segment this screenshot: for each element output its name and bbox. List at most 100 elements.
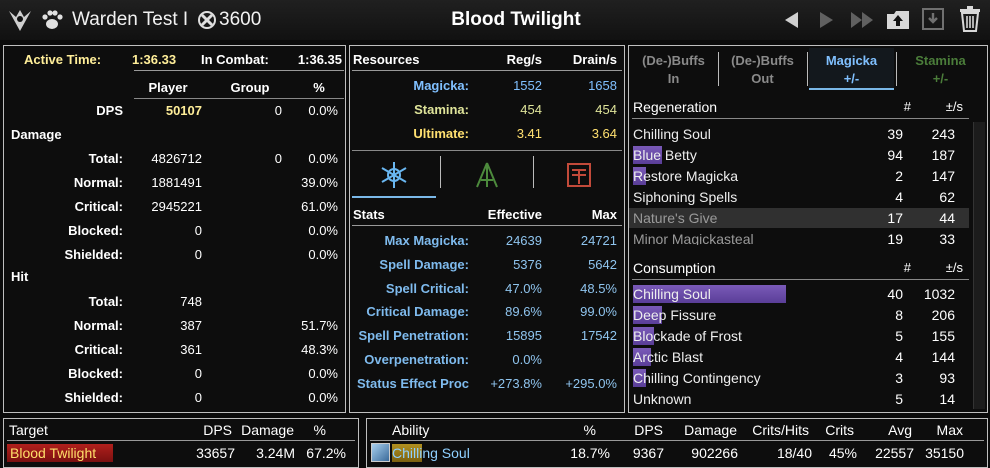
last-fight-icon[interactable] bbox=[850, 10, 876, 33]
damage-row-label: Normal: bbox=[73, 175, 123, 190]
drain-header: Drain/s bbox=[572, 52, 617, 67]
stats-header: Stats bbox=[353, 207, 385, 222]
regen-rate: 243 bbox=[931, 126, 955, 142]
regen-row[interactable]: Blue Betty 94 187 bbox=[629, 145, 969, 165]
tab-buffs-in[interactable]: (De-)Buffs In bbox=[631, 48, 716, 90]
tab-divider bbox=[807, 52, 808, 86]
cons-row[interactable]: Chilling Contingency 3 93 bbox=[629, 368, 969, 388]
stat-label: Critical Damage: bbox=[366, 304, 469, 320]
hit-header: Hit bbox=[11, 269, 29, 284]
cons-count: 4 bbox=[895, 349, 903, 365]
ability-damage: 902266 bbox=[691, 445, 738, 461]
scrollbar[interactable] bbox=[973, 122, 985, 409]
stat-effective: 89.6% bbox=[505, 304, 542, 320]
save-icon[interactable] bbox=[921, 7, 945, 34]
tab-label-line1: Magicka bbox=[825, 53, 878, 68]
tab-magicka[interactable]: Magicka +/- bbox=[809, 48, 894, 90]
ability-dps-header: DPS bbox=[634, 422, 663, 438]
ability-row[interactable]: Chilling Soul 18.7% 9367 902266 18/40 45% 2255… bbox=[370, 443, 984, 463]
upload-icon[interactable] bbox=[885, 7, 911, 34]
regen-count: 39 bbox=[887, 126, 903, 142]
cons-row[interactable]: Chilling Soul 40 1032 bbox=[629, 284, 969, 304]
cons-name: Deep Fissure bbox=[633, 307, 717, 323]
champion-points: 3600 bbox=[219, 9, 262, 30]
cons-rate-header: ±/s bbox=[945, 260, 963, 275]
ability-crits-hits: 18/40 bbox=[776, 445, 812, 461]
regen-rate: 44 bbox=[939, 210, 955, 226]
regen-count: 94 bbox=[887, 147, 903, 163]
resource-label: Stamina: bbox=[414, 102, 469, 117]
next-fight-icon[interactable] bbox=[818, 10, 836, 33]
resources-header: Resources bbox=[353, 52, 420, 67]
regen-row[interactable]: Restore Magicka 2 147 bbox=[629, 166, 969, 186]
tab-label-line2: In bbox=[667, 71, 680, 86]
tab-ultimate-stats[interactable] bbox=[536, 152, 622, 198]
regen-name: Blue Betty bbox=[633, 147, 697, 163]
ability-col-header: Ability bbox=[392, 422, 430, 438]
trash-icon[interactable] bbox=[958, 6, 982, 35]
col-group: Group bbox=[230, 80, 270, 95]
cons-name: Arctic Blast bbox=[633, 349, 704, 365]
cons-name: Chilling Contingency bbox=[633, 370, 761, 386]
regen-rate: 187 bbox=[931, 147, 955, 163]
regen-row[interactable]: Nature's Give 17 44 bbox=[629, 208, 969, 228]
tab-buffs-out[interactable]: (De-)Buffs Out bbox=[720, 48, 805, 90]
cons-row[interactable]: Deep Fissure 8 206 bbox=[629, 305, 969, 325]
regeneration-list[interactable]: Chilling Soul 39 243 Blue Betty 94 187 Restore… bbox=[629, 124, 969, 245]
tab-label-line2: +/- bbox=[932, 71, 949, 86]
col-pct: % bbox=[313, 80, 325, 95]
cons-row[interactable]: Arctic Blast 4 144 bbox=[629, 347, 969, 367]
regen-name: Nature's Give bbox=[633, 210, 718, 226]
ability-avg-header: Avg bbox=[888, 422, 912, 438]
resource-drain: 3.64 bbox=[591, 126, 617, 141]
active-time-label: Active Time: bbox=[24, 52, 102, 67]
stat-label: Spell Penetration: bbox=[358, 328, 469, 344]
stat-effective: 15895 bbox=[505, 328, 542, 344]
stat-max: +295.0% bbox=[565, 375, 617, 391]
hit-row-pct: 0.0% bbox=[308, 366, 338, 381]
cons-name: Unknown bbox=[633, 391, 692, 407]
cons-row[interactable]: Blockade of Frost 5 155 bbox=[629, 326, 969, 346]
damage-row-group: 0 bbox=[274, 151, 282, 166]
hit-row-label: Normal: bbox=[73, 318, 123, 333]
damage-row-pct: 61.0% bbox=[301, 199, 338, 214]
tab-label-line1: (De-)Buffs bbox=[731, 53, 794, 68]
target-panel: Target DPS Damage % Blood Twilight 33657 3… bbox=[3, 418, 359, 468]
title-bar: Warden Test I 3600 Blood Twilight bbox=[0, 0, 990, 40]
tab-magicka-stats[interactable] bbox=[352, 152, 436, 198]
consumption-header: Consumption bbox=[633, 260, 716, 276]
target-row[interactable]: Blood Twilight 33657 3.24M 67.2% bbox=[7, 443, 355, 463]
consumption-list[interactable]: Chilling Soul 40 1032 Deep Fissure 8 206 Block… bbox=[629, 284, 969, 409]
in-combat-value: 1:36.35 bbox=[297, 52, 342, 67]
damage-row-pct: 0.0% bbox=[308, 247, 338, 262]
tab-stamina[interactable]: Stamina +/- bbox=[898, 48, 983, 90]
regen-rate: 147 bbox=[931, 168, 955, 184]
regen-name: Minor Magickasteal bbox=[633, 231, 754, 245]
stat-effective: 24639 bbox=[505, 233, 542, 248]
hit-row-player: 0 bbox=[194, 366, 202, 381]
hit-row-label: Total: bbox=[88, 294, 123, 309]
resources-stats-panel: Resources Reg/s Drain/s Stats Effective … bbox=[349, 45, 625, 413]
tab-label-line1: (De-)Buffs bbox=[642, 53, 705, 68]
regen-rate: 33 bbox=[939, 231, 955, 245]
target-col-header: Target bbox=[9, 422, 48, 438]
regen-row[interactable]: Minor Magickasteal 19 33 bbox=[629, 229, 969, 245]
magicka-breakdown-panel: Regeneration # ±/s Chilling Soul 39 243 Blu… bbox=[628, 45, 988, 413]
stat-max: 17542 bbox=[580, 328, 617, 344]
regen-row[interactable]: Siphoning Spells 4 62 bbox=[629, 187, 969, 207]
resource-reg: 454 bbox=[520, 102, 542, 117]
cons-row[interactable]: Unknown 5 14 bbox=[629, 389, 969, 409]
active-time-value: 1:36.33 bbox=[132, 52, 177, 67]
cons-rate: 1032 bbox=[923, 286, 955, 302]
tab-stamina-stats[interactable] bbox=[442, 152, 530, 198]
chilling-soul-icon bbox=[371, 443, 390, 462]
stat-max: 5642 bbox=[588, 256, 617, 272]
damage-row-pct: 0.0% bbox=[308, 223, 338, 238]
stamina-arrows-icon bbox=[476, 162, 498, 188]
regen-row[interactable]: Chilling Soul 39 243 bbox=[629, 124, 969, 144]
cons-rate: 93 bbox=[939, 370, 955, 386]
tab-label-line2: +/- bbox=[843, 71, 860, 86]
tab-label-line1: Stamina bbox=[915, 53, 966, 68]
ability-dps: 9367 bbox=[632, 445, 664, 461]
previous-fight-icon[interactable] bbox=[782, 10, 800, 33]
